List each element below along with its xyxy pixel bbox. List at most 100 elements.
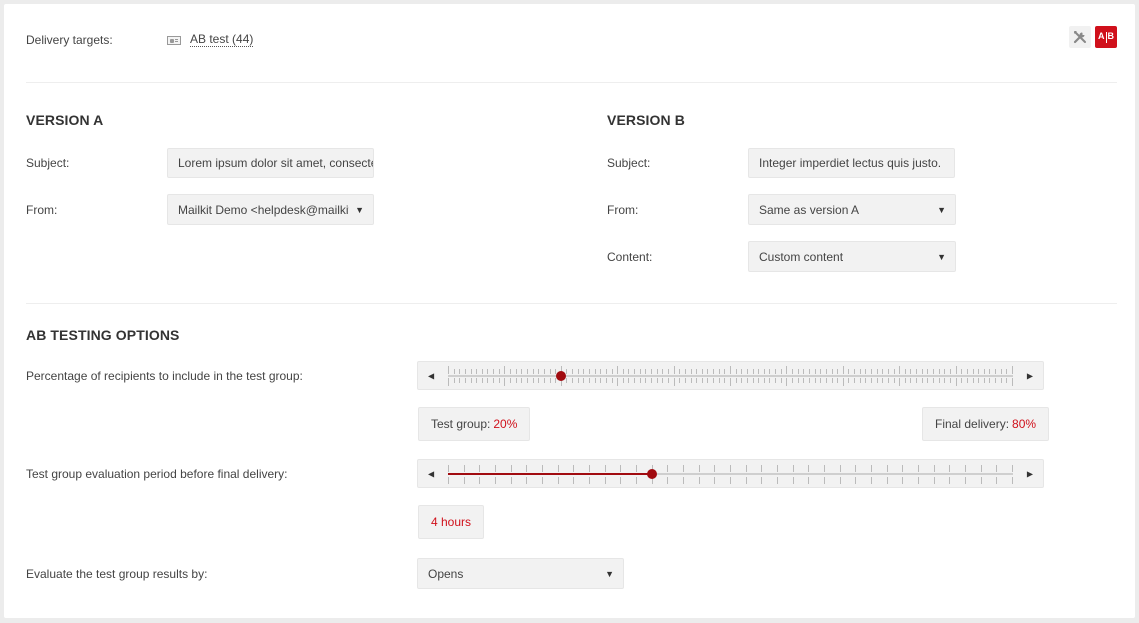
step-tick bbox=[730, 476, 731, 484]
minor-tick bbox=[989, 368, 990, 374]
period-slider-thumb[interactable] bbox=[647, 468, 658, 479]
step-tick bbox=[495, 464, 496, 472]
minor-tick bbox=[978, 368, 979, 374]
version-a-from-select[interactable]: Mailkit Demo <helpdesk@mailkit.eu> ▼ bbox=[167, 194, 374, 225]
minor-tick bbox=[583, 377, 584, 383]
minor-tick bbox=[894, 377, 895, 383]
percentage-slider-track[interactable] bbox=[448, 362, 1013, 389]
step-tick bbox=[840, 476, 841, 484]
minor-tick bbox=[662, 368, 663, 374]
version-b-from-select[interactable]: Same as version A ▼ bbox=[748, 194, 956, 225]
minor-tick bbox=[939, 368, 940, 374]
minor-tick bbox=[707, 368, 708, 374]
step-tick bbox=[949, 476, 950, 484]
period-slider[interactable]: ◀ ▶ bbox=[417, 459, 1044, 488]
minor-tick bbox=[736, 368, 737, 374]
minor-tick bbox=[950, 368, 951, 374]
step-tick bbox=[871, 476, 872, 484]
step-tick bbox=[573, 476, 574, 484]
tools-button[interactable] bbox=[1069, 26, 1091, 48]
arrow-left-icon[interactable]: ◀ bbox=[428, 371, 434, 380]
percentage-slider[interactable]: ◀ ▶ bbox=[417, 361, 1044, 390]
minor-tick bbox=[989, 377, 990, 383]
step-tick bbox=[808, 464, 809, 472]
major-tick bbox=[617, 377, 618, 386]
divider bbox=[26, 303, 1117, 304]
step-tick bbox=[981, 476, 982, 484]
minor-tick bbox=[910, 368, 911, 374]
step-tick bbox=[730, 464, 731, 472]
minor-tick bbox=[685, 368, 686, 374]
minor-tick bbox=[719, 368, 720, 374]
version-b-content-select[interactable]: Custom content ▼ bbox=[748, 241, 956, 272]
minor-tick bbox=[877, 377, 878, 383]
minor-tick bbox=[769, 377, 770, 383]
step-tick bbox=[840, 464, 841, 472]
delivery-target-link[interactable]: AB test (44) bbox=[190, 33, 254, 47]
minor-tick bbox=[984, 377, 985, 383]
minor-tick bbox=[736, 377, 737, 383]
minor-tick bbox=[719, 377, 720, 383]
minor-tick bbox=[973, 368, 974, 374]
percentage-slider-thumb[interactable] bbox=[556, 370, 566, 381]
minor-tick bbox=[837, 377, 838, 383]
arrow-right-icon[interactable]: ▶ bbox=[1027, 371, 1033, 380]
minor-tick bbox=[820, 377, 821, 383]
version-b-subject-label: Subject: bbox=[607, 156, 651, 170]
ab-icon-a: A bbox=[1098, 31, 1105, 42]
minor-tick bbox=[600, 377, 601, 383]
minor-tick bbox=[691, 377, 692, 383]
minor-tick bbox=[521, 377, 522, 383]
step-tick bbox=[934, 476, 935, 484]
major-tick bbox=[730, 377, 731, 386]
minor-tick bbox=[465, 368, 466, 374]
minor-tick bbox=[640, 377, 641, 383]
minor-tick bbox=[589, 368, 590, 374]
ab-icon-b: B bbox=[1107, 31, 1115, 42]
minor-tick bbox=[967, 377, 968, 383]
ab-test-button[interactable]: AB bbox=[1095, 26, 1117, 48]
minor-tick bbox=[927, 368, 928, 374]
minor-tick bbox=[764, 368, 765, 374]
minor-tick bbox=[696, 377, 697, 383]
minor-tick bbox=[758, 368, 759, 374]
slider-rail bbox=[448, 374, 1013, 377]
minor-tick bbox=[645, 377, 646, 383]
minor-tick bbox=[566, 377, 567, 383]
minor-tick bbox=[894, 368, 895, 374]
arrow-left-icon[interactable]: ◀ bbox=[428, 469, 434, 478]
major-tick bbox=[674, 377, 675, 386]
minor-tick bbox=[933, 377, 934, 383]
chevron-down-icon: ▼ bbox=[937, 204, 946, 215]
minor-tick bbox=[984, 368, 985, 374]
minor-tick bbox=[753, 368, 754, 374]
minor-tick bbox=[792, 377, 793, 383]
minor-tick bbox=[837, 368, 838, 374]
minor-tick bbox=[826, 368, 827, 374]
step-tick bbox=[620, 476, 621, 484]
version-b-from-label: From: bbox=[607, 203, 639, 217]
minor-tick bbox=[809, 377, 810, 383]
version-a-subject-input[interactable]: Lorem ipsum dolor sit amet, consectetur bbox=[167, 148, 374, 178]
step-tick bbox=[949, 464, 950, 472]
minor-tick bbox=[815, 377, 816, 383]
major-tick bbox=[504, 377, 505, 386]
minor-tick bbox=[696, 368, 697, 374]
minor-tick bbox=[865, 368, 866, 374]
minor-tick bbox=[882, 368, 883, 374]
minor-tick bbox=[544, 377, 545, 383]
minor-tick bbox=[679, 377, 680, 383]
arrow-right-icon[interactable]: ▶ bbox=[1027, 469, 1033, 478]
minor-tick bbox=[465, 377, 466, 383]
version-b-subject-input[interactable]: Integer imperdiet lectus quis justo. bbox=[748, 148, 955, 178]
evaluate-value: Opens bbox=[428, 566, 464, 581]
period-slider-track[interactable] bbox=[448, 460, 1013, 487]
step-tick bbox=[605, 464, 606, 472]
percentage-label: Percentage of recipients to include in t… bbox=[26, 369, 303, 383]
step-tick bbox=[511, 464, 512, 472]
step-tick bbox=[558, 476, 559, 484]
evaluate-select[interactable]: Opens ▼ bbox=[417, 558, 624, 589]
step-tick bbox=[542, 476, 543, 484]
final-delivery-label: Final delivery: bbox=[935, 417, 1010, 431]
test-group-value: 20% bbox=[493, 417, 518, 431]
